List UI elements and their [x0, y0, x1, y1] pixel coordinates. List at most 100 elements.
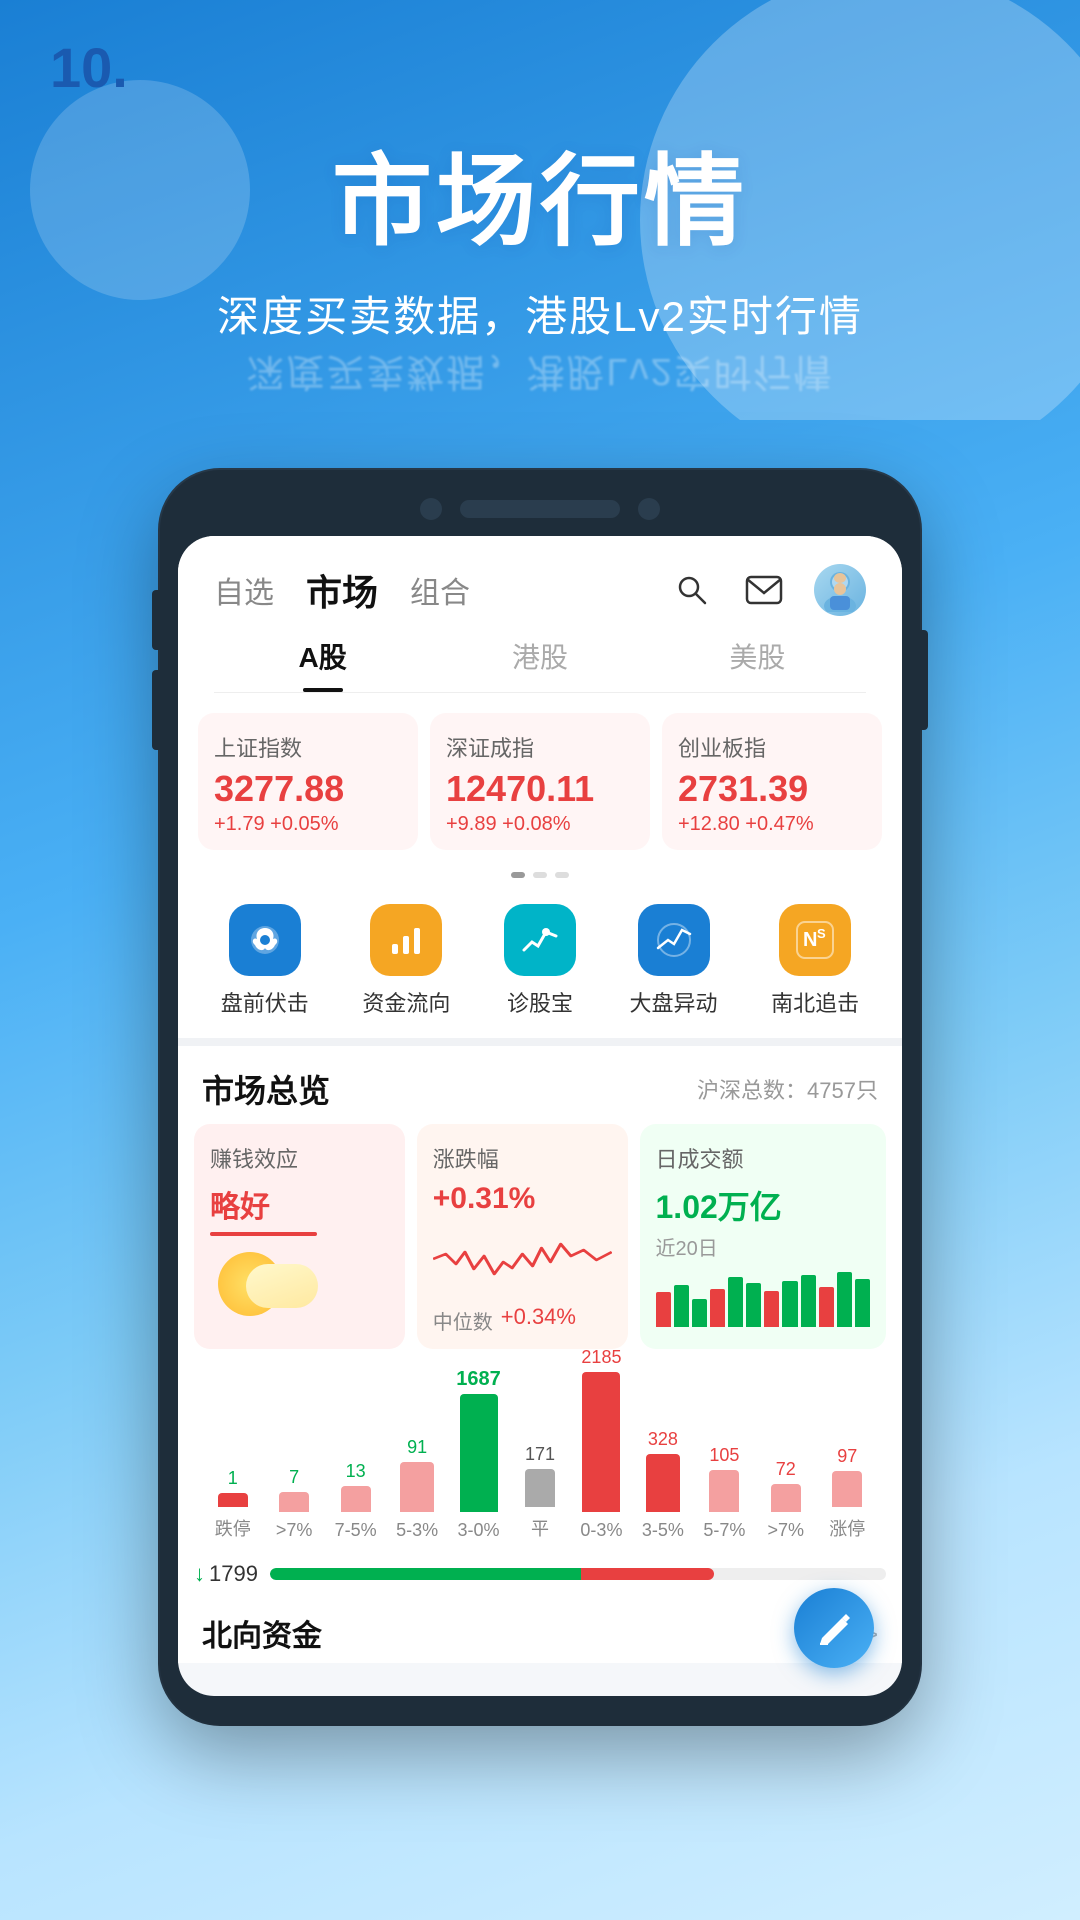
bar-label-5: 平	[531, 1515, 549, 1541]
zhengubao-icon	[504, 904, 576, 976]
range-sparkline-area	[433, 1224, 612, 1296]
bar-rect-0	[218, 1493, 248, 1507]
earnings-title: 赚钱效应	[210, 1142, 389, 1174]
range-mid: 中位数 +0.34%	[433, 1300, 612, 1335]
bar-label-1: >7%	[276, 1520, 313, 1541]
bar-label-3: 5-3%	[396, 1520, 438, 1541]
bar-val-4: 1687	[456, 1368, 501, 1390]
bar-chart-area: 1 跌停 7 >7% 13 7-5%	[194, 1381, 886, 1541]
nav-portfolio[interactable]: 组合	[410, 568, 470, 612]
index-card-shanghai[interactable]: 上证指数 3277.88 +1.79 +0.05%	[198, 713, 418, 850]
bar-col-6: 2185 0-3%	[571, 1346, 632, 1541]
tab-us-shares[interactable]: 美股	[649, 636, 866, 692]
bar-val-9: 72	[776, 1458, 796, 1480]
bar-col-7: 328 3-5%	[632, 1428, 693, 1541]
avatar-button[interactable]	[814, 564, 866, 616]
indicator-num: 1799	[209, 1561, 258, 1587]
index-change-shanghai: +1.79 +0.05%	[214, 813, 402, 836]
fundflow-label: 资金流向	[362, 986, 450, 1018]
earnings-card[interactable]: 赚钱效应 略好	[194, 1124, 405, 1349]
bar-label-8: 5-7%	[703, 1520, 745, 1541]
range-card[interactable]: 涨跌幅 +0.31% 中位数 +0.34%	[417, 1124, 628, 1349]
bar-label-10: 涨停	[829, 1515, 865, 1541]
trading-value: 1.02万亿	[656, 1182, 871, 1228]
mail-button[interactable]	[742, 568, 786, 612]
bar-rect-9	[771, 1484, 801, 1512]
north-capital-title: 北向资金	[202, 1611, 322, 1655]
bar-label-9: >7%	[768, 1520, 805, 1541]
trading-card[interactable]: 日成交额 1.02万亿 近20日	[640, 1124, 887, 1349]
qa-south-north[interactable]: N S 南北追击	[771, 904, 859, 1018]
range-pct: +0.31%	[433, 1182, 612, 1216]
bar-val-1: 7	[289, 1466, 299, 1488]
app-screen: 自选 市场 组合	[178, 536, 902, 1696]
cloud-icon	[246, 1264, 318, 1308]
bar-val-6: 2185	[581, 1346, 621, 1368]
dot-3[interactable]	[555, 872, 569, 878]
dot-1[interactable]	[511, 872, 525, 878]
phone-wrapper: 自选 市场 组合	[0, 470, 1080, 1764]
index-change-chinext: +12.80 +0.47%	[678, 813, 866, 836]
carousel-dots	[178, 862, 902, 884]
qa-panqian[interactable]: 盘前伏击	[221, 904, 309, 1018]
bar-label-0: 跌停	[215, 1515, 251, 1541]
market-overview-cards: 赚钱效应 略好 涨跌幅 +0.31%	[178, 1124, 902, 1365]
bar-col-4: 1687 3-0%	[448, 1368, 509, 1541]
fab-button[interactable]	[794, 1588, 874, 1668]
index-value-shenzhen: 12470.11	[446, 769, 634, 809]
bar-col-5: 171 平	[509, 1443, 570, 1541]
trading-title: 日成交额	[656, 1142, 871, 1174]
qa-fund-flow[interactable]: 资金流向	[362, 904, 450, 1018]
bar-col-1: 7 >7%	[263, 1466, 324, 1541]
zhengubao-label: 诊股宝	[507, 986, 573, 1018]
index-value-shanghai: 3277.88	[214, 769, 402, 809]
bar-val-3: 91	[407, 1436, 427, 1458]
panqian-icon	[229, 904, 301, 976]
bar-label-7: 3-5%	[642, 1520, 684, 1541]
phone-top-bar	[178, 498, 902, 520]
progress-bar-fill	[270, 1568, 714, 1580]
bar-val-2: 13	[346, 1460, 366, 1482]
index-name-chinext: 创业板指	[678, 731, 866, 763]
earnings-underline	[210, 1232, 317, 1236]
weather-visual	[210, 1248, 389, 1316]
index-card-shenzhen[interactable]: 深证成指 12470.11 +9.89 +0.08%	[430, 713, 650, 850]
marketmove-icon	[638, 904, 710, 976]
tab-a-shares[interactable]: A股	[214, 636, 431, 692]
qa-zhengubao[interactable]: 诊股宝	[504, 904, 576, 1018]
nav-watchlist[interactable]: 自选	[214, 568, 274, 612]
earnings-value: 略好	[210, 1182, 389, 1226]
index-name-shenzhen: 深证成指	[446, 731, 634, 763]
index-card-chinext[interactable]: 创业板指 2731.39 +12.80 +0.47%	[662, 713, 882, 850]
bar-col-3: 91 5-3%	[386, 1436, 447, 1541]
dot-2[interactable]	[533, 872, 547, 878]
quick-actions: 盘前伏击 资金流向	[178, 884, 902, 1046]
tab-hk-shares[interactable]: 港股	[431, 636, 648, 692]
nav-left: 自选 市场 组合	[214, 564, 470, 616]
index-value-chinext: 2731.39	[678, 769, 866, 809]
volume-up-button	[152, 590, 162, 650]
banner-subtitle-mirror: 深度买卖数据，港股Lv2实时行情	[60, 348, 1020, 403]
bar-val-7: 328	[648, 1428, 678, 1450]
qa-market-move[interactable]: 大盘异动	[630, 904, 718, 1018]
search-button[interactable]	[670, 568, 714, 612]
nav-right	[670, 564, 866, 616]
front-camera-left	[420, 498, 442, 520]
app-header: 自选 市场 组合	[178, 536, 902, 693]
banner-area: 10. 市场行情 深度买卖数据，港股Lv2实时行情 深度买卖数据，港股Lv2实时…	[0, 0, 1080, 420]
phone-speaker	[460, 500, 620, 518]
phone-outer: 自选 市场 组合	[160, 470, 920, 1724]
indicator-arrow: ↓	[194, 1561, 205, 1587]
nav-market[interactable]: 市场	[306, 564, 378, 616]
front-camera-right	[638, 498, 660, 520]
bar-label-6: 0-3%	[580, 1520, 622, 1541]
bar-rect-10	[832, 1471, 862, 1507]
bar-col-8: 105 5-7%	[694, 1444, 755, 1541]
bar-rect-5	[525, 1469, 555, 1507]
bar-val-0: 1	[228, 1467, 238, 1489]
bar-col-10: 97 涨停	[817, 1445, 878, 1541]
market-overview-subtitle: 沪深总数：4757只	[697, 1073, 878, 1105]
market-overview-header: 市场总览 沪深总数：4757只	[178, 1046, 902, 1124]
index-cards: 上证指数 3277.88 +1.79 +0.05% 深证成指 12470.11 …	[178, 693, 902, 862]
bar-val-10: 97	[837, 1445, 857, 1467]
